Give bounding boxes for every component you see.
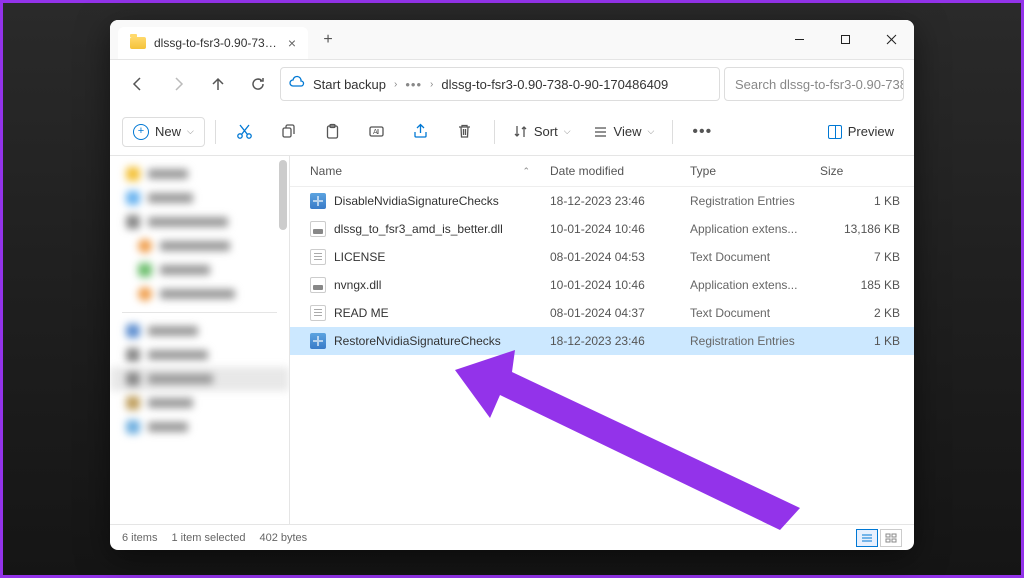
details-view-toggle[interactable] xyxy=(856,529,878,547)
file-row[interactable]: READ ME 08-01-2024 04:37 Text Document 2… xyxy=(290,299,914,327)
file-name: RestoreNvidiaSignatureChecks xyxy=(334,334,501,348)
chevron-down-icon: ⌵ xyxy=(564,126,571,137)
sidebar[interactable] xyxy=(110,156,290,524)
sort-icon xyxy=(513,124,528,139)
icons-view-toggle[interactable] xyxy=(880,529,902,547)
file-row[interactable]: DisableNvidiaSignatureChecks 18-12-2023 … xyxy=(290,187,914,215)
current-folder[interactable]: dlssg-to-fsr3-0.90-738-0-90-170486409 xyxy=(441,77,668,92)
file-row[interactable]: dlssg_to_fsr3_amd_is_better.dll 10-01-20… xyxy=(290,215,914,243)
file-date: 18-12-2023 23:46 xyxy=(550,194,690,208)
new-tab-button[interactable]: + xyxy=(314,26,342,54)
file-row[interactable]: nvngx.dll 10-01-2024 10:46 Application e… xyxy=(290,271,914,299)
refresh-button[interactable] xyxy=(240,66,276,102)
tab-current[interactable]: dlssg-to-fsr3-0.90-738-0-90-17 × xyxy=(118,27,308,59)
plus-icon: + xyxy=(133,124,149,140)
file-type: Registration Entries xyxy=(690,194,820,208)
file-row[interactable]: RestoreNvidiaSignatureChecks 18-12-2023 … xyxy=(290,327,914,355)
sort-indicator-icon: ⌃ xyxy=(522,166,530,177)
file-date: 18-12-2023 23:46 xyxy=(550,334,690,348)
file-type: Text Document xyxy=(690,306,820,320)
file-size: 7 KB xyxy=(820,250,900,264)
search-input[interactable]: Search dlssg-to-fsr3-0.90-738 xyxy=(724,67,904,101)
maximize-button[interactable] xyxy=(822,20,868,60)
file-size: 1 KB xyxy=(820,334,900,348)
titlebar: dlssg-to-fsr3-0.90-738-0-90-17 × + xyxy=(110,20,914,60)
chevron-icon: › xyxy=(394,79,397,90)
file-name: READ ME xyxy=(334,306,389,320)
preview-icon xyxy=(828,125,842,139)
cut-button[interactable] xyxy=(226,114,264,150)
file-pane: Name⌃ Date modified Type Size DisableNvi… xyxy=(290,156,914,524)
column-type[interactable]: Type xyxy=(690,164,820,178)
file-size: 2 KB xyxy=(820,306,900,320)
tab-close-icon[interactable]: × xyxy=(288,35,296,51)
toolbar: + New ⌵ A Sort ⌵ View ⌵ ••• Preview xyxy=(110,108,914,156)
column-date[interactable]: Date modified xyxy=(550,164,690,178)
folder-icon xyxy=(130,37,146,49)
file-name: dlssg_to_fsr3_amd_is_better.dll xyxy=(334,222,503,236)
delete-button[interactable] xyxy=(446,114,484,150)
more-button[interactable]: ••• xyxy=(683,114,721,150)
view-button[interactable]: View ⌵ xyxy=(585,118,663,145)
file-row[interactable]: LICENSE 08-01-2024 04:53 Text Document 7… xyxy=(290,243,914,271)
file-list[interactable]: DisableNvidiaSignatureChecks 18-12-2023 … xyxy=(290,187,914,524)
view-icon xyxy=(593,124,608,139)
file-icon xyxy=(310,277,326,293)
column-headers: Name⌃ Date modified Type Size xyxy=(290,156,914,187)
file-icon xyxy=(310,333,326,349)
file-name: nvngx.dll xyxy=(334,278,381,292)
share-button[interactable] xyxy=(402,114,440,150)
file-date: 10-01-2024 10:46 xyxy=(550,278,690,292)
file-type: Application extens... xyxy=(690,222,820,236)
file-type: Text Document xyxy=(690,250,820,264)
navbar: Start backup › ••• › dlssg-to-fsr3-0.90-… xyxy=(110,60,914,108)
selection-bytes: 402 bytes xyxy=(259,532,307,544)
preview-button[interactable]: Preview xyxy=(820,118,902,145)
column-name[interactable]: Name⌃ xyxy=(310,164,550,178)
file-size: 185 KB xyxy=(820,278,900,292)
backup-label: Start backup xyxy=(313,77,386,92)
file-explorer-window: dlssg-to-fsr3-0.90-738-0-90-17 × + Start… xyxy=(110,20,914,550)
file-icon xyxy=(310,221,326,237)
path-overflow[interactable]: ••• xyxy=(405,77,422,92)
svg-text:A: A xyxy=(373,129,378,136)
status-bar: 6 items 1 item selected 402 bytes xyxy=(110,524,914,550)
file-type: Application extens... xyxy=(690,278,820,292)
up-button[interactable] xyxy=(200,66,236,102)
copy-button[interactable] xyxy=(270,114,308,150)
back-button[interactable] xyxy=(120,66,156,102)
minimize-button[interactable] xyxy=(776,20,822,60)
chevron-down-icon: ⌵ xyxy=(647,126,654,137)
cloud-icon xyxy=(289,75,305,94)
rename-button[interactable]: A xyxy=(358,114,396,150)
file-date: 10-01-2024 10:46 xyxy=(550,222,690,236)
file-date: 08-01-2024 04:53 xyxy=(550,250,690,264)
tab-title: dlssg-to-fsr3-0.90-738-0-90-17 xyxy=(154,36,280,50)
chevron-down-icon: ⌵ xyxy=(187,126,194,137)
column-size[interactable]: Size xyxy=(820,164,900,178)
paste-button[interactable] xyxy=(314,114,352,150)
file-date: 08-01-2024 04:37 xyxy=(550,306,690,320)
chevron-icon: › xyxy=(430,79,433,90)
sort-button[interactable]: Sort ⌵ xyxy=(505,118,579,145)
file-icon xyxy=(310,249,326,265)
file-size: 1 KB xyxy=(820,194,900,208)
file-name: DisableNvidiaSignatureChecks xyxy=(334,194,499,208)
address-bar[interactable]: Start backup › ••• › dlssg-to-fsr3-0.90-… xyxy=(280,67,720,101)
forward-button[interactable] xyxy=(160,66,196,102)
close-button[interactable] xyxy=(868,20,914,60)
new-button[interactable]: + New ⌵ xyxy=(122,117,205,147)
file-icon xyxy=(310,193,326,209)
file-icon xyxy=(310,305,326,321)
file-size: 13,186 KB xyxy=(820,222,900,236)
file-type: Registration Entries xyxy=(690,334,820,348)
selection-count: 1 item selected xyxy=(171,532,245,544)
file-name: LICENSE xyxy=(334,250,385,264)
item-count: 6 items xyxy=(122,532,157,544)
